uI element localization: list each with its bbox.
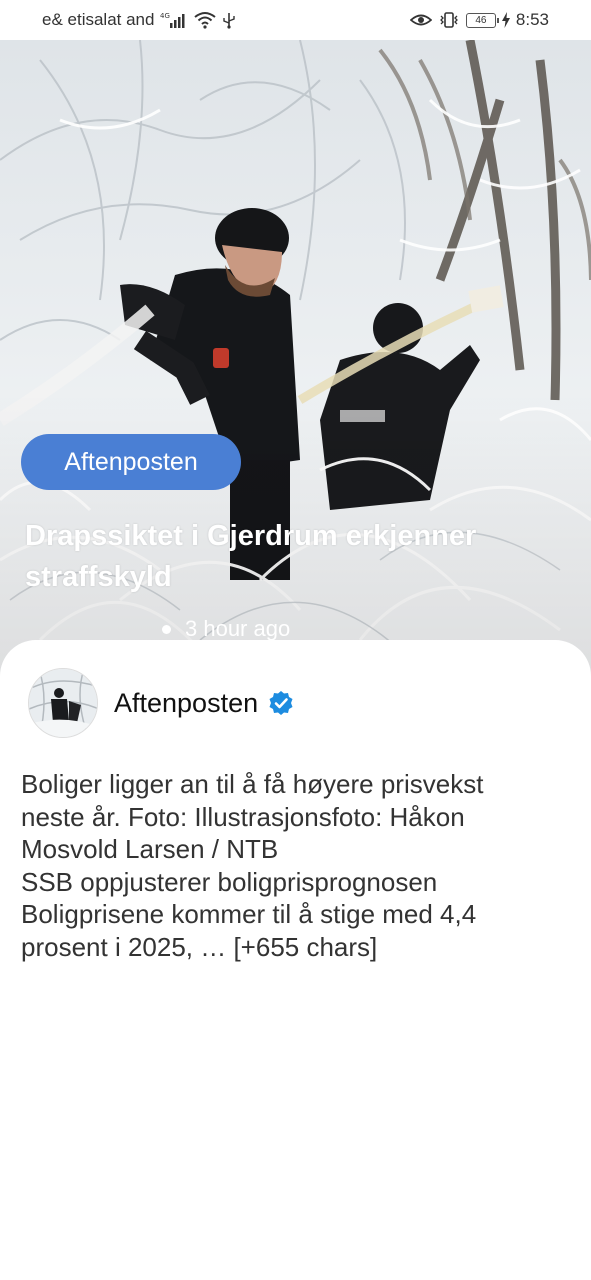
avatar[interactable]	[28, 668, 98, 738]
post-body-line: SSB oppjusterer boligprisprognosen	[21, 866, 438, 897]
author-row[interactable]: Aftenposten	[28, 668, 294, 738]
network-badge: 4G	[160, 12, 170, 20]
post-body-line: Mosvold Larsen / NTB	[21, 834, 279, 864]
signal-icon: 4G	[160, 11, 188, 29]
charging-icon	[501, 12, 510, 28]
time-ago-label: 3 hour ago	[185, 616, 291, 641]
hero-image[interactable]: Aftenposten Drapssiktet i Gjerdrum erkje…	[0, 40, 591, 680]
post-body-line: Boliger ligger an til å få høyere prisve…	[21, 769, 484, 799]
battery-icon: 46	[465, 12, 499, 28]
verified-badge-icon	[268, 690, 294, 716]
source-badge[interactable]: Aftenposten	[21, 434, 241, 490]
post-body: Boliger ligger an til å få høyere prisve…	[21, 768, 571, 963]
avatar-photo	[29, 669, 97, 737]
post-body-line: prosent i 2025, … [+655 chars]	[21, 931, 378, 962]
post-body-line: neste år. Foto: Illustrasjonsfoto: Håkon	[21, 801, 465, 832]
usb-icon	[222, 11, 236, 29]
battery-level: 46	[475, 14, 487, 26]
clock: 8:53	[515, 10, 549, 29]
status-right: 46 8:53	[409, 10, 549, 30]
wifi-icon	[194, 11, 217, 29]
carrier-name: e& etisalat and	[42, 10, 155, 29]
eye-comfort-icon	[409, 12, 432, 28]
author-name[interactable]: Aftenposten	[114, 688, 258, 719]
status-bar: e& etisalat and 4G 46 8:53	[0, 0, 591, 40]
article-headline[interactable]: Drapssiktet i Gjerdrum erkjenner straffs…	[25, 516, 565, 598]
source-badge-label: Aftenposten	[64, 447, 198, 476]
post-body-line: Boligprisene kommer til å stige med 4,4	[21, 899, 477, 929]
article-time: 3 hour ago	[162, 616, 290, 642]
bullet-dot-icon	[162, 624, 171, 634]
vibrate-icon	[438, 11, 460, 29]
status-left: e& etisalat and 4G	[42, 10, 236, 30]
post-card: Aftenposten Boliger ligger an til å få h…	[0, 640, 591, 1280]
